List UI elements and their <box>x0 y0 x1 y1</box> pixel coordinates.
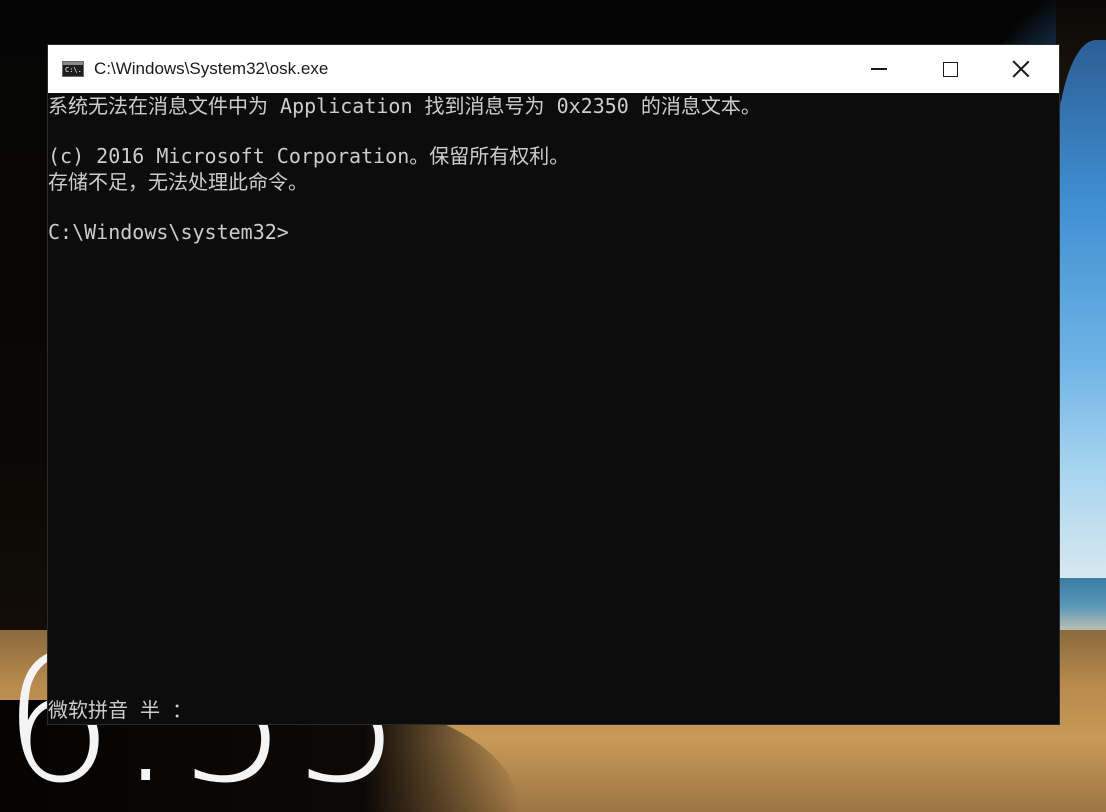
minimize-button[interactable] <box>843 45 915 93</box>
console-window[interactable]: C:\. C:\Windows\System32\osk.exe 系统无法在消息… <box>48 45 1059 724</box>
command-prompt[interactable]: C:\Windows\system32> <box>48 219 289 245</box>
ime-status-bar: 微软拼音 半 ： <box>48 698 193 722</box>
close-icon <box>1012 60 1030 78</box>
console-line-insufficient-storage: 存储不足，无法处理此命令。 <box>48 170 308 194</box>
background-sea <box>1056 578 1106 634</box>
maximize-button[interactable] <box>914 45 986 93</box>
window-title: C:\Windows\System32\osk.exe <box>94 59 329 78</box>
console-line-error-message: 系统无法在消息文件中为 Application 找到消息号为 0x2350 的消… <box>48 94 761 118</box>
title-bar[interactable]: C:\. C:\Windows\System32\osk.exe <box>48 45 1059 93</box>
console-icon: C:\. <box>62 61 84 77</box>
console-output[interactable]: 系统无法在消息文件中为 Application 找到消息号为 0x2350 的消… <box>48 93 1059 724</box>
console-icon-label: C:\. <box>65 66 82 74</box>
close-button[interactable] <box>985 45 1057 93</box>
console-line-copyright: (c) 2016 Microsoft Corporation。保留所有权利。 <box>48 144 570 168</box>
minimize-icon <box>871 68 887 70</box>
background-sky <box>1056 40 1106 580</box>
maximize-icon <box>942 61 958 77</box>
